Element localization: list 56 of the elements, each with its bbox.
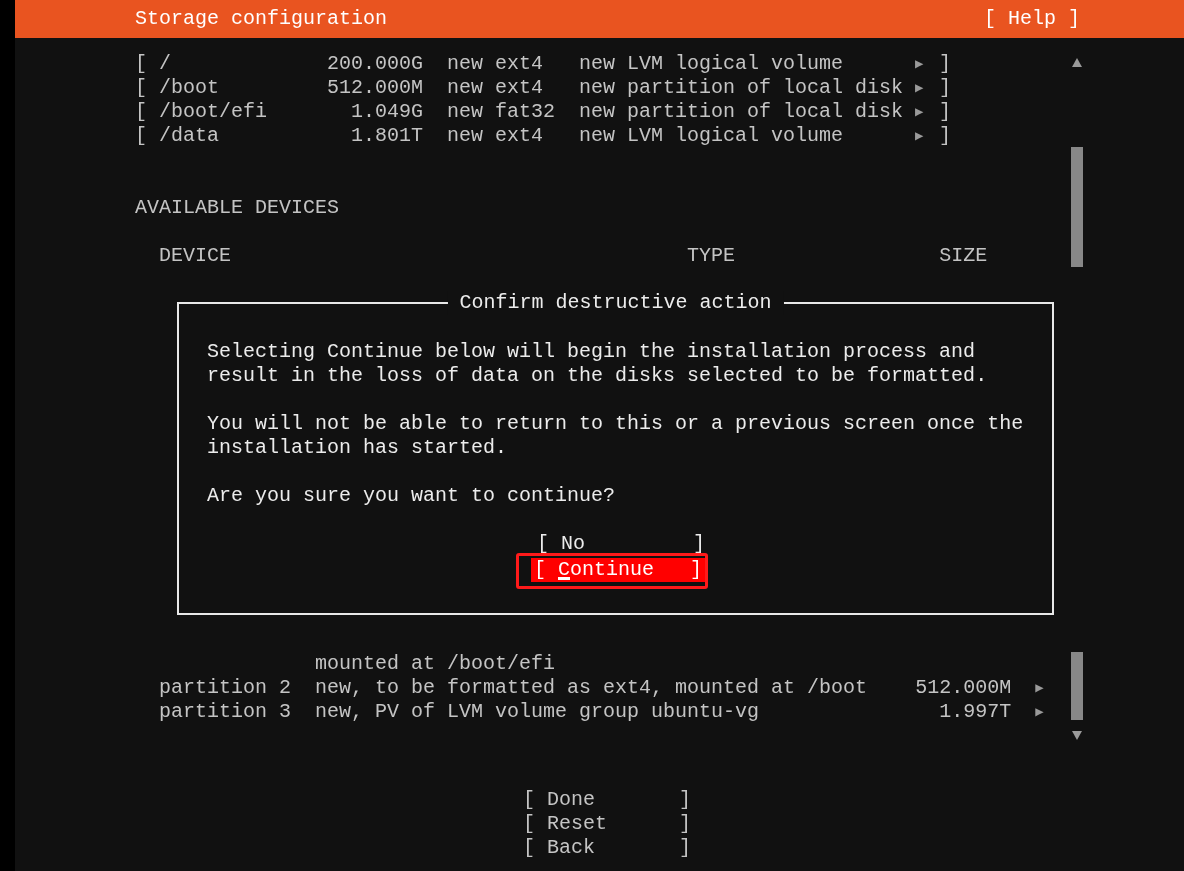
bracket: [ bbox=[135, 52, 149, 76]
partition-name[interactable]: partition 2 bbox=[159, 676, 292, 699]
text-cursor bbox=[558, 577, 570, 580]
size-cell-text: 200.000G bbox=[326, 52, 424, 76]
size-cell-text: 512.000M bbox=[914, 676, 1012, 700]
screen-title: Storage configuration bbox=[135, 7, 388, 31]
expand-arrow[interactable]: ▶ bbox=[915, 124, 940, 148]
mount-point[interactable]: /boot bbox=[159, 76, 280, 100]
dialog-message: Selecting Continue below will begin the installation process and result in the loss of data on the disks selected to be formatted. bbox=[207, 340, 989, 388]
bracket: ] bbox=[939, 124, 952, 148]
expand-arrow[interactable]: ▶ bbox=[1035, 676, 1044, 700]
description-cell-text: new partition of local disk bbox=[579, 100, 905, 124]
bracket: [ bbox=[135, 124, 149, 148]
expand-arrow[interactable]: ▶ bbox=[915, 52, 940, 76]
bracket: ] bbox=[939, 100, 952, 124]
help-button[interactable]: [ Help ] bbox=[984, 7, 1080, 31]
format-cell-text: new fat32 bbox=[447, 100, 557, 124]
expand-arrow[interactable]: ▶ bbox=[1035, 700, 1044, 724]
scroll-up-icon[interactable] bbox=[1072, 58, 1083, 67]
column-header: SIZE bbox=[939, 244, 988, 268]
description-cell-text: mounted at /boot/efi bbox=[315, 652, 557, 676]
mount-point[interactable]: / bbox=[159, 52, 280, 76]
description-cell-text: new LVM logical volume bbox=[579, 52, 845, 76]
column-header: TYPE bbox=[687, 244, 736, 268]
format-cell-text: new ext4 bbox=[447, 124, 545, 148]
bracket: ] bbox=[939, 76, 952, 100]
description-cell-text: new partition of local disk bbox=[579, 76, 905, 100]
dialog-message: You will not be able to return to this or a previous screen once the installation has started. bbox=[207, 412, 1025, 460]
scroll-down-icon[interactable] bbox=[1072, 731, 1083, 740]
menu-button[interactable]: [ Back ] bbox=[523, 836, 692, 860]
description-cell-text: new, PV of LVM volume group ubuntu-vg bbox=[315, 700, 761, 724]
column-header: DEVICE bbox=[159, 244, 232, 268]
scroll-thumb[interactable] bbox=[1071, 652, 1084, 720]
format-cell-text: new ext4 bbox=[447, 76, 545, 100]
size-cell-text: 1.801T bbox=[350, 124, 424, 148]
expand-arrow[interactable]: ▶ bbox=[915, 76, 940, 100]
dialog-message: Are you sure you want to continue? bbox=[207, 484, 617, 508]
bracket: [ bbox=[135, 76, 149, 100]
description-cell-text: new, to be formatted as ext4, mounted at /boot bbox=[315, 676, 869, 700]
size-cell-text: 1.997T bbox=[938, 700, 1012, 724]
size-cell-text: 512.000M bbox=[326, 76, 424, 100]
dialog-button[interactable]: [ Continue ] bbox=[531, 558, 706, 582]
size-cell-text: 1.049G bbox=[350, 100, 424, 124]
section-heading: AVAILABLE DEVICES bbox=[135, 196, 340, 220]
menu-button[interactable]: [ Reset ] bbox=[523, 812, 692, 836]
dialog-button[interactable]: [ No ] bbox=[534, 532, 709, 556]
description-cell-text: new LVM logical volume bbox=[579, 124, 845, 148]
bracket: [ bbox=[135, 100, 149, 124]
scroll-thumb[interactable] bbox=[1071, 147, 1084, 267]
mount-point[interactable]: /boot/efi bbox=[159, 100, 280, 124]
mount-point[interactable]: /data bbox=[159, 124, 280, 148]
menu-button[interactable]: [ Done ] bbox=[523, 788, 692, 812]
format-cell-text: new ext4 bbox=[447, 52, 545, 76]
bracket: ] bbox=[939, 52, 952, 76]
partition-name[interactable]: partition 3 bbox=[159, 700, 292, 723]
expand-arrow[interactable]: ▶ bbox=[915, 100, 940, 124]
